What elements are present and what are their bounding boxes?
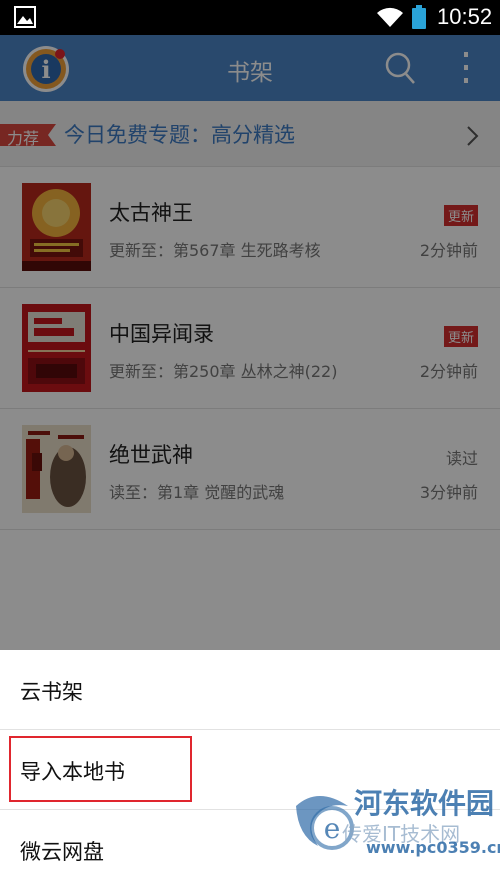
wifi-icon xyxy=(377,7,403,28)
menu-item-weiyun-disk[interactable]: 微云网盘 xyxy=(0,810,500,888)
gallery-icon xyxy=(14,6,36,28)
status-bar: 10:52 xyxy=(0,0,500,35)
bookshelf-app: i 书架 力荐 今日免费专题：高分精选 太古神王 更新至：第567章 生死路考核… xyxy=(0,35,500,888)
highlight-annotation-box xyxy=(9,736,192,802)
menu-item-label: 微云网盘 xyxy=(20,840,104,864)
menu-item-label: 云书架 xyxy=(20,680,83,704)
modal-backdrop[interactable] xyxy=(0,35,500,650)
status-clock: 10:52 xyxy=(437,4,493,29)
battery-icon xyxy=(412,5,426,29)
menu-item-cloud-bookshelf[interactable]: 云书架 xyxy=(0,650,500,730)
action-sheet: 云书架 导入本地书 微云网盘 xyxy=(0,650,500,888)
